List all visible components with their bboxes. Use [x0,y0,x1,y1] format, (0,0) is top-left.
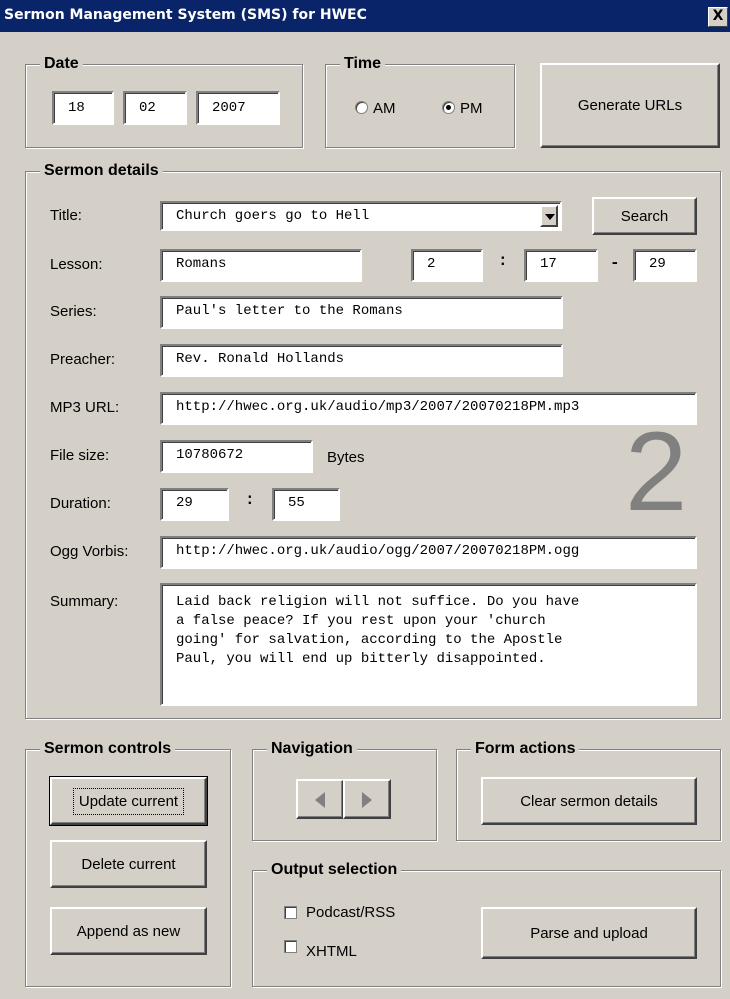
lesson-colon: : [498,252,508,270]
lesson-dash: - [610,254,620,272]
arrow-left-icon [315,792,325,808]
xhtml-label[interactable]: XHTML [306,943,357,961]
pm-radio[interactable] [442,101,455,114]
navigation-legend: Navigation [267,739,357,759]
preacher-label: Preacher: [50,351,116,368]
date-day-field[interactable]: 18 [52,91,114,125]
ogg-vorbis-field[interactable]: http://hwec.org.uk/audio/ogg/2007/200702… [160,536,697,569]
previous-button[interactable] [296,779,344,819]
close-icon: X [712,8,724,24]
ogg-vorbis-label: Ogg Vorbis: [50,543,129,560]
lesson-verse-from-field[interactable]: 17 [524,249,598,282]
am-radio[interactable] [355,101,368,114]
sms-window: Sermon Management System (SMS) for HWEC … [0,0,730,999]
title-bar[interactable]: Sermon Management System (SMS) for HWEC … [0,0,730,32]
title-label: Title: [50,207,82,224]
am-label[interactable]: AM [373,100,396,118]
sermon-controls-legend: Sermon controls [40,739,176,759]
mp3-url-label: MP3 URL: [50,399,120,416]
title-value: Church goers go to Hell [176,208,370,224]
date-month-field[interactable]: 02 [123,91,187,125]
lesson-label: Lesson: [50,256,103,273]
mp3-url-field[interactable]: http://hwec.org.uk/audio/mp3/2007/200702… [160,392,697,425]
search-button[interactable]: Search [592,197,697,235]
summary-label: Summary: [50,593,119,610]
duration-seconds-field[interactable]: 55 [272,488,340,521]
time-legend: Time [340,54,386,74]
pm-label[interactable]: PM [460,100,483,118]
lesson-verse-to-field[interactable]: 29 [633,249,697,282]
sermon-details-legend: Sermon details [40,161,163,181]
close-button[interactable]: X [708,7,728,27]
chevron-down-icon[interactable] [540,205,558,227]
file-size-unit: Bytes [327,449,365,466]
delete-current-button[interactable]: Delete current [50,840,207,888]
file-size-label: File size: [50,447,110,464]
duration-label: Duration: [50,495,111,512]
next-button[interactable] [343,779,391,819]
append-as-new-button[interactable]: Append as new [50,907,207,955]
preacher-field[interactable]: Rev. Ronald Hollands [160,344,563,377]
date-year-field[interactable]: 2007 [196,91,280,125]
file-size-field[interactable]: 10780672 [160,440,313,473]
date-legend: Date [40,54,83,74]
xhtml-checkbox[interactable] [284,940,297,953]
form-actions-legend: Form actions [471,739,580,759]
duration-minutes-field[interactable]: 29 [160,488,229,521]
clear-sermon-details-button[interactable]: Clear sermon details [481,777,697,825]
series-label: Series: [50,303,97,320]
lesson-chapter-field[interactable]: 2 [411,249,483,282]
duration-colon: : [245,491,255,509]
podcast-rss-label[interactable]: Podcast/RSS [306,904,395,922]
generate-urls-button[interactable]: Generate URLs [540,63,720,148]
arrow-right-icon [362,792,372,808]
parse-and-upload-button[interactable]: Parse and upload [481,907,697,959]
podcast-rss-checkbox[interactable] [284,906,297,919]
summary-textarea[interactable]: Laid back religion will not suffice. Do … [160,583,697,706]
time-group: Time [325,54,515,148]
output-selection-legend: Output selection [267,860,402,880]
lesson-book-field[interactable]: Romans [160,249,362,282]
big-number-indicator: 2 [625,409,688,534]
update-current-button[interactable]: Update current [49,776,208,826]
window-title: Sermon Management System (SMS) for HWEC [4,7,367,23]
series-field[interactable]: Paul's letter to the Romans [160,296,563,329]
title-combobox[interactable]: Church goers go to Hell [160,201,562,231]
